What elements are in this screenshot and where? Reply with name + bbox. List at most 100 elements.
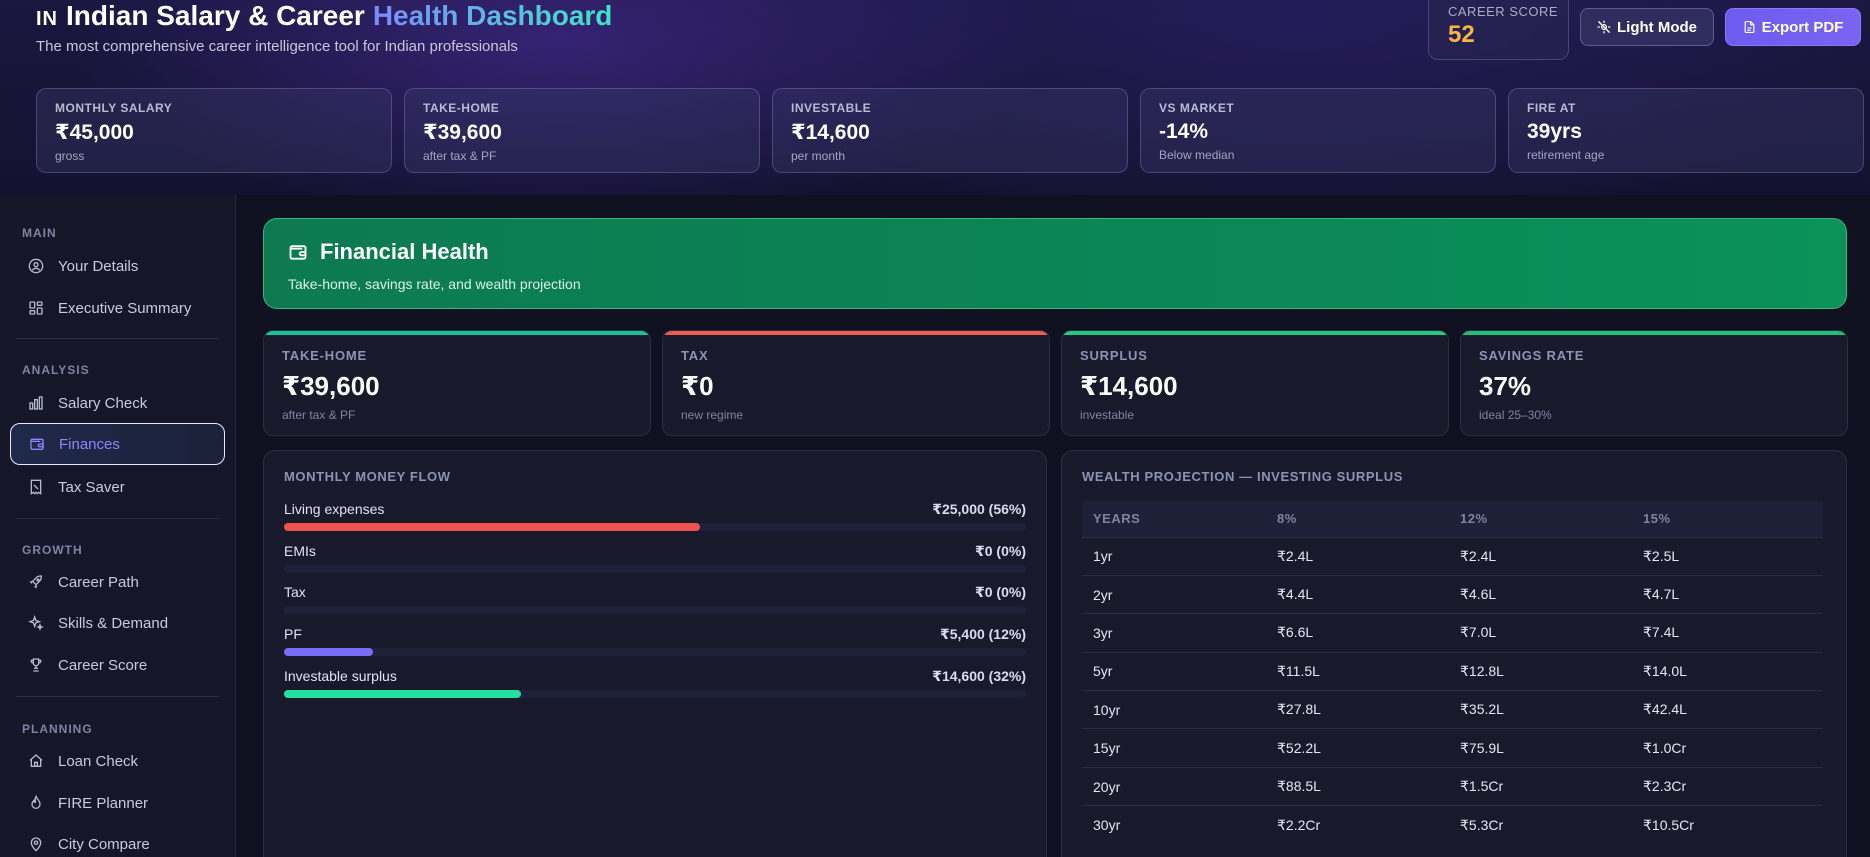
sidebar-item-tax-saver[interactable]: Tax Saver xyxy=(10,466,225,508)
sidebar-item-label: Finances xyxy=(59,435,120,453)
kpi-sub: after tax & PF xyxy=(423,149,497,163)
stat-sub: ideal 25–30% xyxy=(1479,408,1552,422)
wallet-icon xyxy=(289,245,307,260)
flow-amount: ₹25,000 (56%) xyxy=(932,501,1026,517)
sidebar-item-career-path[interactable]: Career Path xyxy=(10,561,225,603)
stat-value: ₹39,600 xyxy=(282,371,380,401)
sidebar-item-label: Skills & Demand xyxy=(58,614,169,632)
flow-row: EMIs ₹0 (0%) xyxy=(284,543,1026,577)
table-cell: ₹6.6L xyxy=(1266,613,1449,653)
table-cell: ₹10.5Cr xyxy=(1632,805,1823,845)
table-cell: ₹42.4L xyxy=(1632,690,1823,729)
light-mode-button[interactable]: Light Mode xyxy=(1580,8,1714,46)
table-cell: ₹1.5Cr xyxy=(1449,766,1632,806)
sidebar-item-label: Career Path xyxy=(58,573,139,591)
panel-title: WEALTH PROJECTION — INVESTING SURPLUS xyxy=(1082,469,1403,484)
table-row: 1yr ₹2.4L ₹2.4L ₹2.5L xyxy=(1082,536,1823,576)
flow-name: EMIs xyxy=(284,543,316,559)
table-cell: ₹2.3Cr xyxy=(1632,766,1823,806)
table-row: 10yr ₹27.8L ₹35.2L ₹42.4L xyxy=(1082,690,1823,729)
grid-icon xyxy=(29,301,43,315)
table-cell: ₹88.5L xyxy=(1266,766,1449,806)
sidebar-item-label: City Compare xyxy=(58,835,150,853)
table-cell: ₹35.2L xyxy=(1449,690,1632,729)
kpi-card: MONTHLY SALARY ₹45,000 gross xyxy=(36,88,392,173)
stat-card-take-home: TAKE-HOME ₹39,600 after tax & PF xyxy=(263,330,651,436)
bar-chart-icon xyxy=(29,396,43,410)
main-content: Financial Health Take-home, savings rate… xyxy=(237,195,1870,857)
table-cell: ₹11.5L xyxy=(1266,651,1449,691)
user-circle-icon xyxy=(28,258,44,274)
stat-label: SURPLUS xyxy=(1080,348,1148,363)
table-cell: ₹7.0L xyxy=(1449,613,1632,653)
sidebar-item-skills-demand[interactable]: Skills & Demand xyxy=(10,602,225,644)
kpi-card: TAKE-HOME ₹39,600 after tax & PF xyxy=(404,88,760,173)
column-header: 12% xyxy=(1449,501,1632,537)
app-subtitle: The most comprehensive career intelligen… xyxy=(36,38,518,55)
flame-icon xyxy=(31,795,41,809)
table-cell: ₹2.4L xyxy=(1449,536,1632,576)
flow-amount: ₹14,600 (32%) xyxy=(932,668,1026,684)
career-score-value: 52 xyxy=(1448,21,1475,48)
export-pdf-button[interactable]: Export PDF xyxy=(1725,8,1861,46)
stat-value: ₹14,600 xyxy=(1080,371,1178,401)
stat-label: TAKE-HOME xyxy=(282,348,367,363)
table-cell: 30yr xyxy=(1082,805,1266,845)
sidebar-item-your-details[interactable]: Your Details xyxy=(10,245,225,287)
sidebar-item-fire-planner[interactable]: FIRE Planner xyxy=(10,782,225,824)
india-flag-icon: IN xyxy=(36,8,58,30)
kpi-card: VS MARKET -14% Below median xyxy=(1140,88,1496,173)
wallet-icon xyxy=(30,438,44,450)
table-row: 15yr ₹52.2L ₹75.9L ₹1.0Cr xyxy=(1082,728,1823,768)
sidebar-item-city-compare[interactable]: City Compare xyxy=(10,823,225,857)
sidebar-item-career-score[interactable]: Career Score xyxy=(10,644,225,686)
column-header: YEARS xyxy=(1082,501,1266,537)
sidebar-item-label: Loan Check xyxy=(58,752,139,770)
stat-card-savings-rate: SAVINGS RATE 37% ideal 25–30% xyxy=(1460,330,1848,436)
kpi-sub: Below median xyxy=(1159,148,1235,162)
kpi-value: ₹45,000 xyxy=(55,121,134,144)
table-row: 20yr ₹88.5L ₹1.5Cr ₹2.3Cr xyxy=(1082,766,1823,806)
sidebar-item-salary-check[interactable]: Salary Check xyxy=(10,382,225,424)
home-icon xyxy=(29,754,43,767)
sun-off-icon xyxy=(1597,20,1611,34)
flow-bar-track xyxy=(284,523,1026,531)
stat-value: 37% xyxy=(1479,371,1532,401)
title-highlight: Health Dashboard xyxy=(372,0,613,31)
flow-row: Investable surplus ₹14,600 (32%) xyxy=(284,668,1026,702)
flow-bar-track xyxy=(284,565,1026,573)
table-cell: 15yr xyxy=(1082,728,1266,768)
section-banner: Financial Health Take-home, savings rate… xyxy=(263,218,1847,309)
table-cell: ₹5.3Cr xyxy=(1449,805,1632,845)
kpi-sub: per month xyxy=(791,149,846,163)
banner-title-text: Financial Health xyxy=(320,239,489,264)
wealth-projection-panel: WEALTH PROJECTION — INVESTING SURPLUS YE… xyxy=(1061,450,1847,857)
table-row: 3yr ₹6.6L ₹7.0L ₹7.4L xyxy=(1082,613,1823,653)
table-cell: ₹4.4L xyxy=(1266,574,1449,614)
stat-sub: investable xyxy=(1080,408,1135,422)
section-label-growth: GROWTH xyxy=(22,543,83,557)
kpi-strip: MONTHLY SALARY ₹45,000 gross TAKE-HOME ₹… xyxy=(36,88,1864,173)
file-icon xyxy=(1744,20,1755,34)
section-label-analysis: ANALYSIS xyxy=(22,363,90,377)
table-cell: ₹14.0L xyxy=(1632,651,1823,691)
stat-label: TAX xyxy=(681,348,709,363)
sidebar-item-executive-summary[interactable]: Executive Summary xyxy=(10,287,225,329)
table-cell: ₹4.6L xyxy=(1449,574,1632,614)
sidebar-item-finances[interactable]: Finances xyxy=(10,423,225,465)
flow-row: Tax ₹0 (0%) xyxy=(284,584,1026,618)
flow-bar-fill xyxy=(284,690,522,698)
rocket-icon xyxy=(29,575,43,589)
sidebar-divider xyxy=(16,696,219,697)
stat-sub: new regime xyxy=(681,408,744,422)
career-score-label: CAREER SCORE xyxy=(1448,4,1559,19)
flow-bar-track xyxy=(284,648,1026,656)
kpi-label: INVESTABLE xyxy=(791,101,872,115)
sidebar-item-loan-check[interactable]: Loan Check xyxy=(10,740,225,782)
section-label-planning: PLANNING xyxy=(22,722,93,736)
flow-bar-fill xyxy=(284,648,374,656)
map-pin-icon xyxy=(30,837,42,852)
stat-sub: after tax & PF xyxy=(282,408,356,422)
table-cell: ₹2.2Cr xyxy=(1266,805,1449,845)
table-cell: ₹75.9L xyxy=(1449,728,1632,768)
